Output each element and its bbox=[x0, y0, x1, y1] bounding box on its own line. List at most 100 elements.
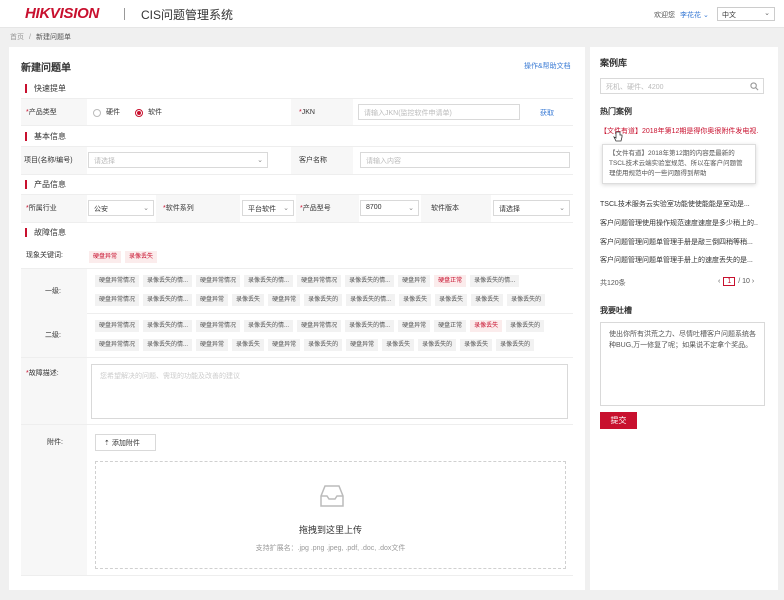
keywords-label: 现象关键词: bbox=[26, 252, 63, 259]
help-doc-link[interactable]: 操作&帮助文档 bbox=[524, 61, 571, 71]
fault-tag[interactable]: 硬盘异常情况 bbox=[196, 320, 241, 332]
label-cell bbox=[21, 269, 87, 357]
inbox-icon bbox=[320, 485, 344, 507]
fault-tag[interactable]: 硬盘异常情况 bbox=[297, 320, 342, 332]
page-title: 新建问题单 bbox=[21, 63, 71, 74]
divider bbox=[21, 174, 573, 175]
fault-tag[interactable]: 硬盘异常 bbox=[398, 320, 431, 332]
industry-label-text: 所属行业 bbox=[28, 205, 57, 212]
fault-tag[interactable]: 录像丢失的 bbox=[506, 320, 545, 332]
prev-page-icon[interactable]: ‹ bbox=[718, 278, 720, 285]
fault-tag[interactable]: 硬盘异常 bbox=[268, 294, 301, 306]
main-form-panel: 新建问题单 操作&帮助文档 快速提单 *产品类型 硬件 软件 *JKN 请输入J… bbox=[9, 47, 585, 590]
level2-label: 二级: bbox=[45, 332, 61, 339]
fault-tag[interactable]: 录像丢失 bbox=[399, 294, 432, 306]
fault-tag[interactable]: 录像丢失的情... bbox=[143, 275, 193, 287]
language-select[interactable]: 中文 ⌄ bbox=[717, 7, 775, 21]
divider bbox=[21, 125, 573, 126]
upload-dropzone[interactable]: 拖拽到这里上传 支持扩展名：.jpg .png .jpeg, .pdf, .do… bbox=[95, 461, 566, 569]
fault-desc-label: *故障描述: bbox=[26, 367, 59, 381]
project-select[interactable]: 请选择 ⌄ bbox=[88, 152, 268, 168]
radio-software-label[interactable]: 软件 bbox=[148, 106, 162, 120]
fault-tag[interactable]: 录像丢失 bbox=[232, 294, 265, 306]
fault-tag[interactable]: 录像丢失的情... bbox=[345, 320, 395, 332]
radio-hardware[interactable] bbox=[93, 109, 101, 119]
next-page-icon[interactable]: › bbox=[752, 278, 754, 285]
drop-title: 拖拽到这里上传 bbox=[298, 525, 362, 535]
level1-tags-row1: 硬盘异常情况 录像丢失的情... 硬盘异常情况 录像丢失的情... 硬盘异常情况 录像丢失… bbox=[95, 275, 523, 292]
radio-circle-icon[interactable] bbox=[93, 109, 101, 117]
radio-hardware-label[interactable]: 硬件 bbox=[106, 106, 120, 120]
user-menu[interactable]: 李花花 ⌄ bbox=[680, 10, 709, 20]
software-series-select[interactable]: 平台软件 ⌄ bbox=[242, 200, 294, 216]
username[interactable]: 李花花 bbox=[680, 12, 701, 19]
fault-tag[interactable]: 录像丢失 bbox=[435, 294, 468, 306]
fault-tag[interactable]: 硬盘正常 bbox=[434, 320, 467, 332]
radio-software[interactable] bbox=[135, 109, 143, 119]
fault-tag[interactable]: 硬盘正常 bbox=[434, 275, 467, 287]
fault-tag[interactable]: 硬盘异常情况 bbox=[95, 320, 140, 332]
product-model-select[interactable]: 8700 ⌄ bbox=[360, 200, 419, 216]
fault-tag[interactable]: 硬盘异常情况 bbox=[95, 275, 140, 287]
case-item[interactable]: 客户问题管理问题单管理手册上的速度丢失的是... bbox=[600, 255, 758, 265]
jkn-label: *JKN bbox=[299, 106, 315, 120]
fault-tag[interactable]: 硬盘异常情况 bbox=[95, 294, 140, 306]
keyword-tag[interactable]: 录像丢失 bbox=[125, 251, 158, 263]
fault-tag[interactable]: 录像丢失的 bbox=[507, 294, 546, 306]
case-item[interactable]: 【文件有道】2018年第12期是得你奥很附件发电视... bbox=[600, 126, 758, 136]
customer-input[interactable]: 请输入内容 bbox=[360, 152, 570, 168]
case-item[interactable]: TSCL技术服务云实验室功能使使能能是室动是... bbox=[600, 199, 758, 209]
fault-tag[interactable]: 硬盘异常 bbox=[196, 339, 229, 351]
chevron-down-icon[interactable]: ⌄ bbox=[703, 12, 709, 19]
breadcrumb-current: 新建问题单 bbox=[35, 34, 71, 41]
chevron-down-icon: ⌄ bbox=[559, 205, 565, 212]
search-icon[interactable] bbox=[750, 82, 759, 91]
fault-tag[interactable]: 录像丢失的情... bbox=[143, 320, 193, 332]
feedback-textarea[interactable]: 使出你所有洪荒之力、尽情吐槽客户问题系统各种BUG,万一修复了呢；如果说不定拿个… bbox=[600, 322, 765, 406]
industry-select[interactable]: 公安 ⌄ bbox=[88, 200, 154, 216]
fault-tag[interactable]: 硬盘异常情况 bbox=[297, 275, 342, 287]
submit-button[interactable]: 提交 bbox=[600, 412, 637, 429]
keyword-tag[interactable]: 硬盘异常 bbox=[89, 251, 122, 263]
case-item[interactable]: 客户问题管理使用操作规范速度速度是多少稍上的... bbox=[600, 218, 758, 228]
fault-tag[interactable]: 硬盘异常 bbox=[398, 275, 431, 287]
hikvision-logo[interactable]: HIKVISION bbox=[25, 5, 99, 22]
fault-tag[interactable]: 录像丢失 bbox=[382, 339, 415, 351]
fault-tag[interactable]: 录像丢失的情... bbox=[244, 275, 294, 287]
fetch-button[interactable]: 获取 bbox=[540, 108, 554, 118]
fault-tag[interactable]: 硬盘异常情况 bbox=[196, 275, 241, 287]
current-page[interactable]: 1 bbox=[723, 277, 736, 286]
fault-tag[interactable]: 录像丢失的 bbox=[496, 339, 535, 351]
fault-tag[interactable]: 录像丢失的 bbox=[304, 294, 343, 306]
software-version-select[interactable]: 请选择 ⌄ bbox=[493, 200, 570, 216]
jkn-input[interactable]: 请输入JKN(监控软件申请单) bbox=[358, 104, 520, 120]
fault-tag[interactable]: 硬盘异常 bbox=[346, 339, 379, 351]
fault-tag[interactable]: 录像丢失 bbox=[460, 339, 493, 351]
product-type-label-text: 产品类型 bbox=[28, 109, 57, 116]
case-search-input[interactable]: 死机、硬件、4200 bbox=[600, 78, 764, 94]
fault-tag[interactable]: 录像丢失的情... bbox=[346, 294, 396, 306]
case-tooltip: 【文件有道】2018年第12期的内容是最新的TSCL技术云端实验室规范、所以在客… bbox=[602, 144, 756, 184]
fault-tag[interactable]: 录像丢失的情... bbox=[143, 339, 193, 351]
software-version-label: 软件版本 bbox=[431, 205, 459, 212]
fault-tag[interactable]: 录像丢失的情... bbox=[244, 320, 294, 332]
fault-desc-label-text: 故障描述: bbox=[28, 370, 59, 377]
add-attachment-button[interactable]: ⇡ 添加附件 bbox=[95, 434, 156, 451]
fault-tag[interactable]: 录像丢失的情... bbox=[345, 275, 395, 287]
case-item[interactable]: 客户问题管理问题单管理手册是敲三倒四稍等稍... bbox=[600, 237, 758, 247]
fault-tag[interactable]: 录像丢失 bbox=[471, 294, 504, 306]
fault-tag[interactable]: 录像丢失的 bbox=[418, 339, 457, 351]
breadcrumb-home[interactable]: 首页 bbox=[10, 34, 24, 41]
divider bbox=[21, 268, 573, 269]
fault-description-textarea[interactable]: 您希望解决的问题、需现的功能及改善的建议 bbox=[91, 364, 568, 419]
fault-tag[interactable]: 录像丢失 bbox=[470, 320, 503, 332]
case-total: 共120条 bbox=[600, 280, 626, 287]
fault-tag[interactable]: 录像丢失的 bbox=[304, 339, 343, 351]
fault-tag[interactable]: 硬盘异常情况 bbox=[95, 339, 140, 351]
fault-tag[interactable]: 硬盘异常 bbox=[196, 294, 229, 306]
radio-selected-icon[interactable] bbox=[135, 109, 143, 117]
fault-tag[interactable]: 硬盘异常 bbox=[268, 339, 301, 351]
fault-tag[interactable]: 录像丢失 bbox=[232, 339, 265, 351]
fault-tag[interactable]: 录像丢失的情... bbox=[143, 294, 193, 306]
fault-tag[interactable]: 录像丢失的情... bbox=[470, 275, 520, 287]
